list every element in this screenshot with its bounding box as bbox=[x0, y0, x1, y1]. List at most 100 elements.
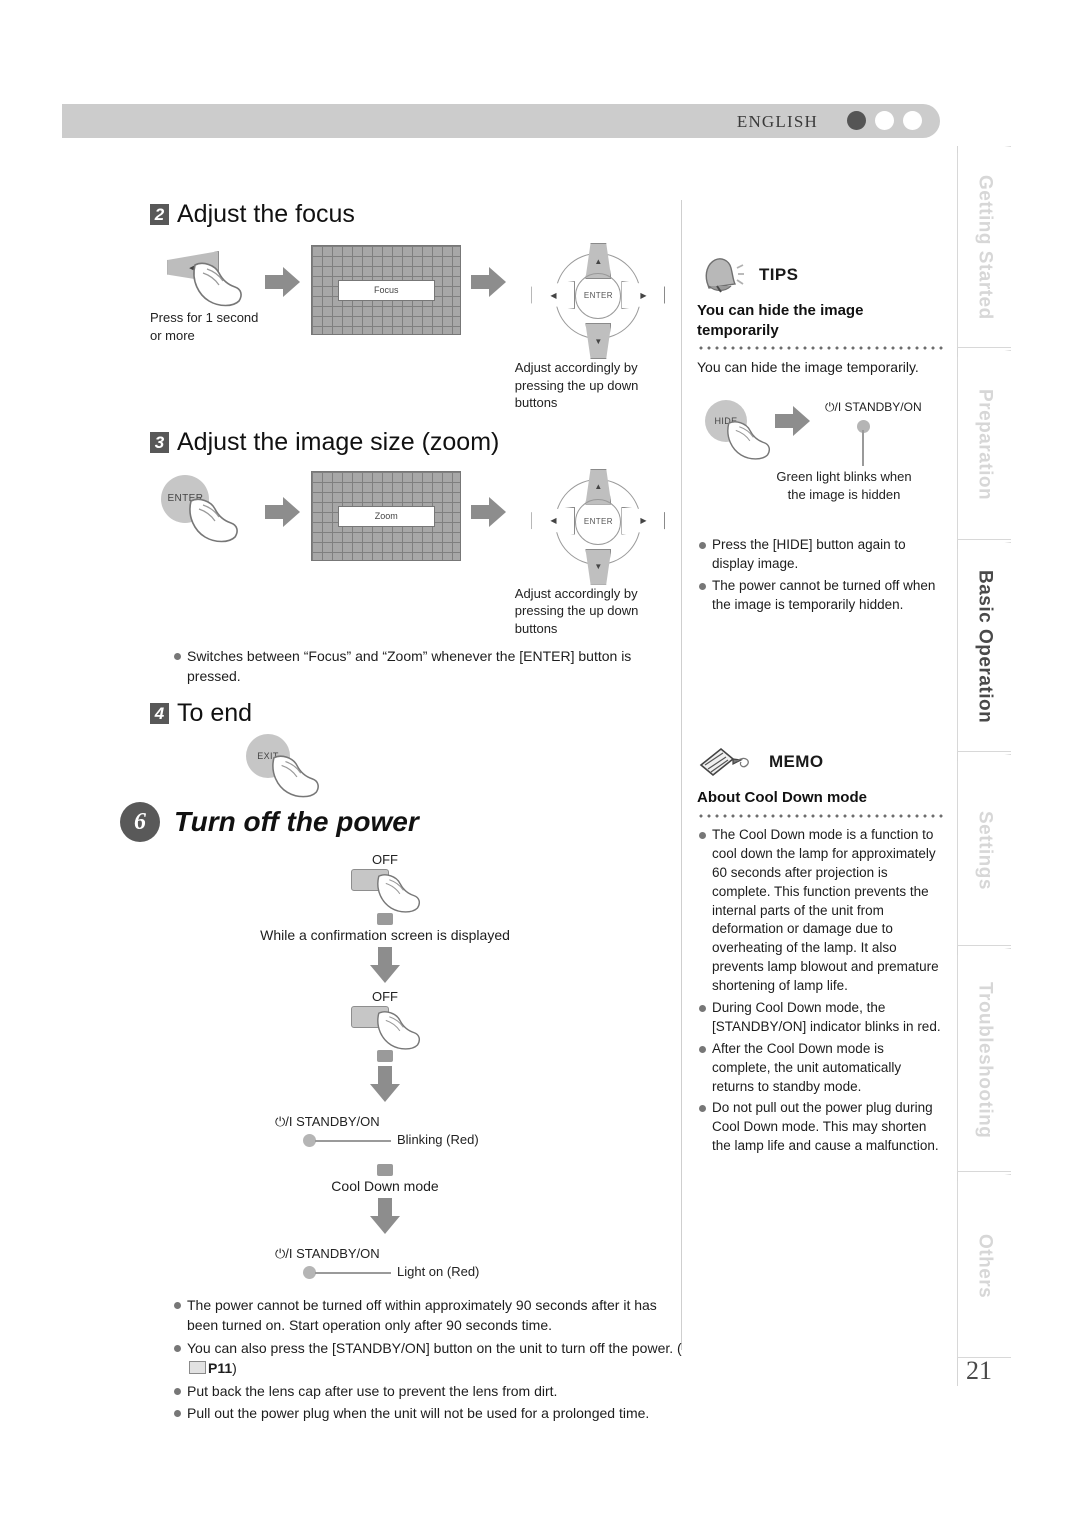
page-reference: P11 bbox=[208, 1359, 233, 1376]
pointing-hand-icon bbox=[377, 874, 421, 913]
header-dot-1 bbox=[847, 111, 866, 130]
pointing-hand-icon bbox=[193, 262, 243, 307]
step-3-number: 3 bbox=[150, 431, 169, 453]
header-dots bbox=[847, 111, 922, 130]
pointing-hand-icon bbox=[272, 755, 319, 798]
bullet-text: ) bbox=[232, 1359, 237, 1376]
memo-header: MEMO bbox=[697, 742, 945, 782]
list-item: You can also press the [STANDBY/ON] butt… bbox=[172, 1339, 682, 1379]
list-item: Switches between “Focus” and “Zoom” when… bbox=[172, 647, 672, 687]
sidebar-item-label: Others bbox=[974, 1233, 996, 1299]
step-3-heading: 3 Adjust the image size (zoom) bbox=[150, 428, 680, 457]
tips-bullets: Press the [HIDE] button again to display… bbox=[697, 536, 945, 615]
osd-zoom-label: Zoom bbox=[337, 505, 435, 527]
step-4-number: 4 bbox=[150, 703, 169, 725]
book-reference-icon bbox=[189, 1360, 206, 1374]
pointing-hand-icon bbox=[189, 498, 239, 542]
focus-key-group: ◀ bbox=[159, 245, 255, 307]
step-2-adjust-caption: Adjust accordingly by pressing the up do… bbox=[514, 360, 639, 411]
header-dot-3 bbox=[903, 111, 922, 130]
column-divider bbox=[681, 200, 682, 1350]
exit-key-group: EXIT bbox=[246, 734, 366, 798]
step-2-title: Adjust the focus bbox=[177, 200, 355, 228]
step-4-heading: 4 To end bbox=[150, 699, 680, 728]
manual-page: ENGLISH Getting Started Preparation Basi… bbox=[0, 0, 1080, 1516]
step-3-flow: ENTER Zoom ▲ ▼ ◀ ▶ ENTER Adjust accordin… bbox=[150, 468, 680, 638]
sidebar-item-label: Getting Started bbox=[974, 174, 996, 320]
flow-arrow-down-1 bbox=[370, 947, 400, 985]
bell-icon bbox=[705, 258, 744, 293]
power-off-flow: OFF While a confirmation screen is displ… bbox=[150, 852, 620, 1294]
list-item: Do not pull out the power plug during Co… bbox=[697, 1099, 945, 1156]
memo-title: MEMO bbox=[769, 752, 824, 772]
dpad-left-button[interactable]: ◀ bbox=[531, 281, 576, 309]
standby-label-tips: ⏻/I STANDBY/ON bbox=[825, 399, 922, 414]
sidebar-item-label: Basic Operation bbox=[974, 570, 996, 724]
off-key-group-1 bbox=[337, 867, 433, 913]
page-header-bar: ENGLISH bbox=[62, 104, 940, 138]
sidebar-item-others[interactable]: Others bbox=[957, 1174, 1011, 1358]
sidebar-tabs: Getting Started Preparation Basic Operat… bbox=[957, 146, 1011, 1358]
dpad-enter-button[interactable]: ENTER bbox=[575, 498, 622, 545]
flow-arrow-3 bbox=[264, 471, 305, 532]
step-2-number: 2 bbox=[150, 204, 169, 225]
hide-diagram: HIDE ⏻/I STANDBY/ON Green light blinks w… bbox=[697, 399, 945, 540]
list-item: Press the [HIDE] button again to display… bbox=[697, 536, 945, 574]
osd-focus-label: Focus bbox=[337, 280, 435, 301]
power-off-notes: The power cannot be turned off within ap… bbox=[172, 1296, 682, 1424]
list-item: During Cool Down mode, the [STANDBY/ON] … bbox=[697, 999, 945, 1037]
list-item: Pull out the power plug when the unit wi… bbox=[172, 1404, 682, 1424]
flow-arrow-4 bbox=[470, 471, 511, 532]
cool-down-mode-text: Cool Down mode bbox=[331, 1178, 439, 1195]
confirmation-text: While a confirmation screen is displayed bbox=[260, 927, 510, 944]
sidebar-item-label: Settings bbox=[974, 810, 996, 890]
hide-indicator-caption: Green light blinks when the image is hid… bbox=[776, 468, 912, 503]
dpad-focus: ▲ ▼ ◀ ▶ ENTER bbox=[531, 243, 666, 359]
tips-divider bbox=[697, 346, 945, 350]
pointing-hand-icon bbox=[377, 1011, 421, 1050]
dpad-right-button[interactable]: ▶ bbox=[621, 506, 666, 535]
standby-indicator-1: ⏻/I STANDBY/ON Blinking (Red) bbox=[175, 1114, 595, 1164]
flow-arrow-down-2 bbox=[370, 1066, 400, 1104]
standby-indicator-2: ⏻/I STANDBY/ON Light on (Red) bbox=[175, 1246, 595, 1294]
projection-screen-zoom: Zoom bbox=[310, 470, 461, 561]
sidebar-item-preparation[interactable]: Preparation bbox=[957, 350, 1011, 540]
sidebar-item-basic-operation[interactable]: Basic Operation bbox=[957, 542, 1011, 752]
blinking-red-caption: Blinking (Red) bbox=[397, 1132, 479, 1148]
step-2-heading: 2 Adjust the focus bbox=[150, 200, 680, 229]
page-number: 21 bbox=[966, 1356, 992, 1385]
step-6-heading: 6 Turn off the power bbox=[120, 802, 680, 843]
sidebar-item-settings[interactable]: Settings bbox=[957, 754, 1011, 946]
flow-arrow-1 bbox=[264, 245, 305, 302]
leader-line-tips bbox=[862, 429, 864, 466]
tips-body: You can hide the image temporarily. bbox=[697, 359, 919, 375]
flow-arrow-down-3 bbox=[370, 1198, 400, 1236]
dpad-right-button[interactable]: ▶ bbox=[621, 281, 666, 309]
sidebar-item-label: Preparation bbox=[974, 389, 996, 501]
standby-label-1: ⏻/I STANDBY/ON bbox=[275, 1114, 380, 1130]
header-dot-2 bbox=[875, 111, 894, 130]
light-on-red-caption: Light on (Red) bbox=[397, 1264, 480, 1280]
off-key-group-2 bbox=[337, 1004, 433, 1050]
dpad-down-button[interactable]: ▼ bbox=[585, 548, 612, 585]
sidebar-item-label: Troubleshooting bbox=[974, 981, 996, 1139]
step-6-number: 6 bbox=[120, 802, 160, 843]
dpad-down-button[interactable]: ▼ bbox=[585, 323, 612, 359]
flow-stub-3 bbox=[377, 1164, 393, 1177]
tips-title: TIPS bbox=[759, 265, 799, 284]
step-3-title: Adjust the image size (zoom) bbox=[177, 427, 500, 456]
flow-arrow-5 bbox=[775, 405, 815, 441]
right-content-column: TIPS You can hide the image temporarily … bbox=[697, 255, 945, 1159]
list-item: The power cannot be turned off when the … bbox=[697, 577, 945, 615]
bullet-text: You can also press the [STANDBY/ON] butt… bbox=[187, 1339, 628, 1356]
leader-line-1 bbox=[315, 1140, 391, 1143]
sidebar-item-troubleshooting[interactable]: Troubleshooting bbox=[957, 948, 1011, 1172]
step-3-adjust-caption: Adjust accordingly by pressing the up do… bbox=[514, 585, 639, 636]
sidebar-item-getting-started[interactable]: Getting Started bbox=[957, 146, 1011, 348]
tips-header: TIPS bbox=[697, 255, 945, 295]
step-2-press-caption: Press for 1 second or more bbox=[150, 310, 259, 343]
dpad-left-button[interactable]: ◀ bbox=[531, 506, 576, 535]
off-label-1: OFF bbox=[372, 852, 398, 868]
enter-key-group: ENTER bbox=[157, 471, 257, 545]
memo-subtitle: About Cool Down mode bbox=[697, 789, 867, 807]
